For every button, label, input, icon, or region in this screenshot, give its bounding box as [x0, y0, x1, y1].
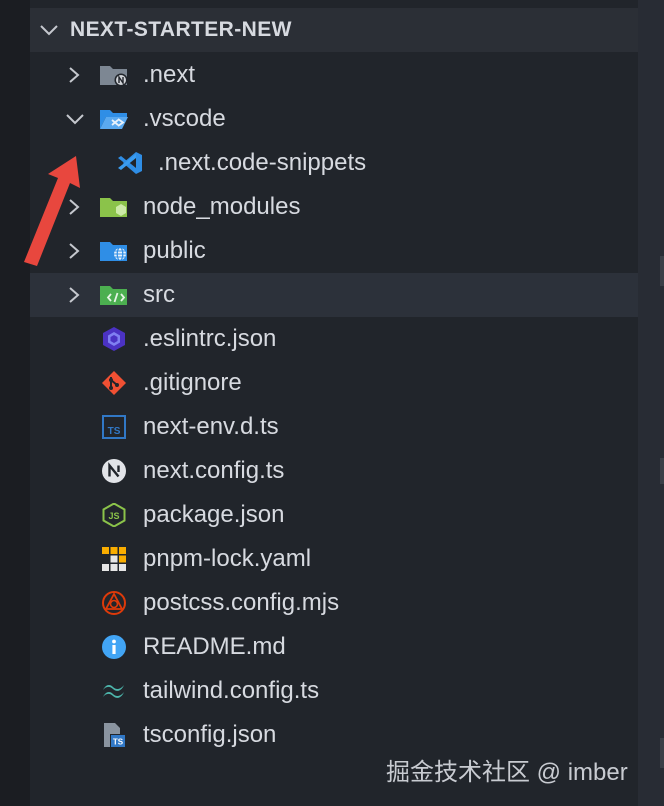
- node-folder-icon: [99, 195, 129, 219]
- tree-item-next-config[interactable]: next.config.ts: [30, 449, 638, 493]
- tree-item-gitignore[interactable]: .gitignore: [30, 361, 638, 405]
- vscode-file-icon: [115, 151, 145, 175]
- tree-item-label: pnpm-lock.yaml: [143, 545, 312, 572]
- tree-item-label: .eslintrc.json: [143, 325, 277, 352]
- tree-item-label: .next.code-snippets: [158, 149, 367, 176]
- src-folder-icon: [99, 283, 129, 307]
- tree-item-label: .gitignore: [143, 369, 242, 396]
- postcss-icon: [99, 591, 129, 615]
- svg-text:TS: TS: [108, 426, 121, 437]
- tree-item-label: src: [143, 281, 175, 308]
- scroll-marker: [660, 738, 664, 768]
- tree-item-label: package.json: [143, 501, 285, 528]
- chevron-right-icon[interactable]: [66, 285, 82, 305]
- tree-item-label: tsconfig.json: [143, 721, 277, 748]
- public-folder-icon: [99, 239, 129, 263]
- chevron-down-icon[interactable]: [38, 20, 60, 40]
- left-gutter: [0, 0, 30, 806]
- tree-item-vscode[interactable]: .vscode: [30, 97, 638, 141]
- chevron-right-icon[interactable]: [66, 65, 82, 85]
- tree-item-label: .next: [143, 61, 196, 88]
- file-explorer: NEXT-STARTER-NEW .next .vscode .next.cod…: [30, 0, 638, 806]
- tree-item-readme[interactable]: README.md: [30, 625, 638, 669]
- tree-item-label: next.config.ts: [143, 457, 285, 484]
- chevron-down-icon[interactable]: [64, 109, 86, 129]
- tree-item-label: .vscode: [143, 105, 226, 132]
- svg-text:JS: JS: [108, 511, 119, 521]
- scroll-marker: [660, 458, 664, 484]
- explorer-root-header[interactable]: NEXT-STARTER-NEW: [30, 8, 638, 52]
- tree-item-label: postcss.config.mjs: [143, 589, 340, 616]
- watermark: 掘金技术社区 @ imber: [386, 759, 628, 786]
- vscode-folder-open-icon: [99, 107, 129, 131]
- root-folder-title: NEXT-STARTER-NEW: [70, 18, 292, 41]
- nodejs-icon: JS: [99, 503, 129, 527]
- svg-text:TS: TS: [113, 738, 124, 747]
- tree-item-node-modules[interactable]: node_modules: [30, 185, 638, 229]
- tree-item-label: public: [143, 237, 206, 264]
- next-folder-icon: [99, 63, 129, 87]
- tree-item-tailwind-config[interactable]: tailwind.config.ts: [30, 669, 638, 713]
- tree-item-public[interactable]: public: [30, 229, 638, 273]
- nextjs-icon: [99, 459, 129, 483]
- annotation-arrow: [18, 150, 88, 275]
- tailwind-icon: [99, 679, 129, 703]
- scroll-marker: [660, 256, 664, 286]
- tree-item-postcss-config[interactable]: postcss.config.mjs: [30, 581, 638, 625]
- tree-item-next[interactable]: .next: [30, 53, 638, 97]
- tree-item-next-env[interactable]: TS next-env.d.ts: [30, 405, 638, 449]
- editor-edge: [638, 0, 664, 806]
- typescript-icon: TS: [99, 415, 129, 439]
- tree-item-label: next-env.d.ts: [143, 413, 279, 440]
- tree-item-package-json[interactable]: JS package.json: [30, 493, 638, 537]
- tree-item-label: README.md: [143, 633, 286, 660]
- info-icon: [99, 635, 129, 659]
- tsconfig-icon: TS: [99, 723, 129, 747]
- tree-item-src[interactable]: src: [30, 273, 638, 317]
- eslint-icon: [99, 327, 129, 351]
- tree-item-pnpm-lock[interactable]: pnpm-lock.yaml: [30, 537, 638, 581]
- tree-item-tsconfig[interactable]: TS tsconfig.json: [30, 713, 638, 757]
- tree-item-code-snippets[interactable]: .next.code-snippets: [30, 141, 638, 185]
- git-icon: [99, 371, 129, 395]
- tree-item-eslintrc[interactable]: .eslintrc.json: [30, 317, 638, 361]
- tree-item-label: tailwind.config.ts: [143, 677, 320, 704]
- tree-item-label: node_modules: [143, 193, 301, 220]
- pnpm-icon: [99, 547, 129, 571]
